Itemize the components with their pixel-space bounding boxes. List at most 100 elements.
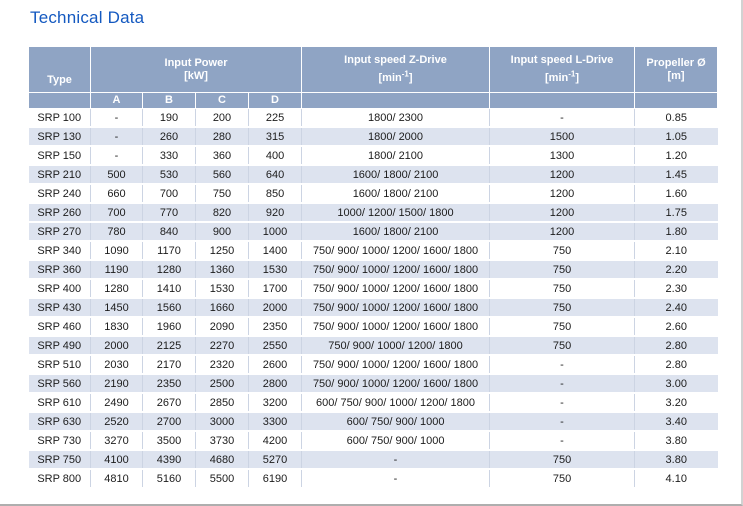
power-d-cell: 640 xyxy=(249,165,302,184)
l-drive-speed-cell: - xyxy=(490,374,635,393)
propeller-diameter-cell: 3.40 xyxy=(635,412,718,431)
z-drive-speed-cell: 750/ 900/ 1000/ 1200/ 1600/ 1800 xyxy=(302,241,490,260)
header-row-main: Type Input Power [kW] Input speed Z-Driv… xyxy=(29,47,718,93)
table-row: SRP 460 1830 1960 2090 2350 750/ 900/ 10… xyxy=(29,317,718,336)
propeller-diameter-cell: 1.20 xyxy=(635,146,718,165)
l-drive-label: Input speed L-Drive xyxy=(511,54,614,66)
technical-data-table: Type Input Power [kW] Input speed Z-Driv… xyxy=(28,46,718,489)
power-c-cell: 2500 xyxy=(196,374,249,393)
propeller-diameter-cell: 0.85 xyxy=(635,109,718,128)
power-c-cell: 560 xyxy=(196,165,249,184)
subheader-empty-z-drive xyxy=(302,93,490,109)
z-drive-speed-cell: 600/ 750/ 900/ 1000 xyxy=(302,431,490,450)
subheader-empty-l-drive xyxy=(490,93,635,109)
type-cell: SRP 560 xyxy=(29,374,91,393)
power-a-cell: 660 xyxy=(91,184,143,203)
power-b-cell: 2170 xyxy=(143,355,196,374)
type-cell: SRP 260 xyxy=(29,203,91,222)
power-c-cell: 5500 xyxy=(196,469,249,488)
power-a-cell: 2490 xyxy=(91,393,143,412)
z-drive-speed-cell: 600/ 750/ 900/ 1000 xyxy=(302,412,490,431)
power-d-cell: 1700 xyxy=(249,279,302,298)
propeller-diameter-cell: 2.40 xyxy=(635,298,718,317)
z-drive-speed-cell: 750/ 900/ 1000/ 1200/ 1600/ 1800 xyxy=(302,298,490,317)
power-b-cell: 530 xyxy=(143,165,196,184)
z-drive-speed-cell: 750/ 900/ 1000/ 1200/ 1800 xyxy=(302,336,490,355)
propeller-diameter-cell: 3.20 xyxy=(635,393,718,412)
type-cell: SRP 750 xyxy=(29,450,91,469)
z-drive-speed-cell: 750/ 900/ 1000/ 1200/ 1600/ 1800 xyxy=(302,260,490,279)
header-row-sub: A B C D xyxy=(29,93,718,109)
l-drive-unit: [min-1] xyxy=(545,72,579,84)
table-row: SRP 270 780 840 900 1000 1600/ 1800/ 210… xyxy=(29,222,718,241)
column-header-c: C xyxy=(196,93,249,109)
table-row: SRP 730 3270 3500 3730 4200 600/ 750/ 90… xyxy=(29,431,718,450)
table-row: SRP 630 2520 2700 3000 3300 600/ 750/ 90… xyxy=(29,412,718,431)
propeller-unit: [m] xyxy=(667,70,684,82)
l-drive-speed-cell: 1500 xyxy=(490,127,635,146)
type-cell: SRP 270 xyxy=(29,222,91,241)
column-header-z-drive: Input speed Z-Drive [min-1] xyxy=(302,47,490,93)
power-b-cell: 2700 xyxy=(143,412,196,431)
table-row: SRP 210 500 530 560 640 1600/ 1800/ 2100… xyxy=(29,165,718,184)
power-b-cell: 2125 xyxy=(143,336,196,355)
power-a-cell: - xyxy=(91,146,143,165)
l-drive-speed-cell: 1300 xyxy=(490,146,635,165)
table-row: SRP 610 2490 2670 2850 3200 600/ 750/ 90… xyxy=(29,393,718,412)
type-cell: SRP 400 xyxy=(29,279,91,298)
power-d-cell: 2000 xyxy=(249,298,302,317)
type-cell: SRP 430 xyxy=(29,298,91,317)
power-c-cell: 2090 xyxy=(196,317,249,336)
power-d-cell: 1000 xyxy=(249,222,302,241)
l-drive-speed-cell: - xyxy=(490,355,635,374)
power-d-cell: 850 xyxy=(249,184,302,203)
power-a-cell: 2190 xyxy=(91,374,143,393)
power-a-cell: 500 xyxy=(91,165,143,184)
type-cell: SRP 490 xyxy=(29,336,91,355)
power-a-cell: - xyxy=(91,127,143,146)
type-cell: SRP 150 xyxy=(29,146,91,165)
power-b-cell: 1560 xyxy=(143,298,196,317)
power-b-cell: 1410 xyxy=(143,279,196,298)
l-drive-speed-cell: 750 xyxy=(490,241,635,260)
power-d-cell: 400 xyxy=(249,146,302,165)
power-d-cell: 2550 xyxy=(249,336,302,355)
power-b-cell: 1960 xyxy=(143,317,196,336)
power-c-cell: 1530 xyxy=(196,279,249,298)
power-a-cell: 4810 xyxy=(91,469,143,488)
power-c-cell: 280 xyxy=(196,127,249,146)
power-d-cell: 2600 xyxy=(249,355,302,374)
table-row: SRP 400 1280 1410 1530 1700 750/ 900/ 10… xyxy=(29,279,718,298)
propeller-diameter-cell: 1.05 xyxy=(635,127,718,146)
power-c-cell: 360 xyxy=(196,146,249,165)
l-drive-speed-cell: 1200 xyxy=(490,222,635,241)
propeller-diameter-cell: 3.80 xyxy=(635,450,718,469)
page-title: Technical Data xyxy=(30,8,144,28)
power-c-cell: 900 xyxy=(196,222,249,241)
l-drive-speed-cell: - xyxy=(490,431,635,450)
l-drive-speed-cell: - xyxy=(490,109,635,128)
power-b-cell: 5160 xyxy=(143,469,196,488)
propeller-diameter-cell: 2.60 xyxy=(635,317,718,336)
power-d-cell: 315 xyxy=(249,127,302,146)
z-drive-speed-cell: 1800/ 2100 xyxy=(302,146,490,165)
power-c-cell: 1660 xyxy=(196,298,249,317)
type-cell: SRP 340 xyxy=(29,241,91,260)
input-power-label: Input Power xyxy=(165,57,228,69)
z-drive-label: Input speed Z-Drive xyxy=(344,54,447,66)
power-d-cell: 2800 xyxy=(249,374,302,393)
z-drive-speed-cell: 750/ 900/ 1000/ 1200/ 1600/ 1800 xyxy=(302,279,490,298)
column-header-b: B xyxy=(143,93,196,109)
z-drive-speed-cell: 1600/ 1800/ 2100 xyxy=(302,165,490,184)
table-row: SRP 240 660 700 750 850 1600/ 1800/ 2100… xyxy=(29,184,718,203)
power-d-cell: 3200 xyxy=(249,393,302,412)
power-a-cell: 4100 xyxy=(91,450,143,469)
power-c-cell: 4680 xyxy=(196,450,249,469)
l-drive-speed-cell: 1200 xyxy=(490,203,635,222)
propeller-diameter-cell: 2.80 xyxy=(635,355,718,374)
power-c-cell: 3000 xyxy=(196,412,249,431)
z-drive-speed-cell: 1800/ 2000 xyxy=(302,127,490,146)
power-d-cell: 920 xyxy=(249,203,302,222)
power-d-cell: 3300 xyxy=(249,412,302,431)
subheader-empty-propeller xyxy=(635,93,718,109)
